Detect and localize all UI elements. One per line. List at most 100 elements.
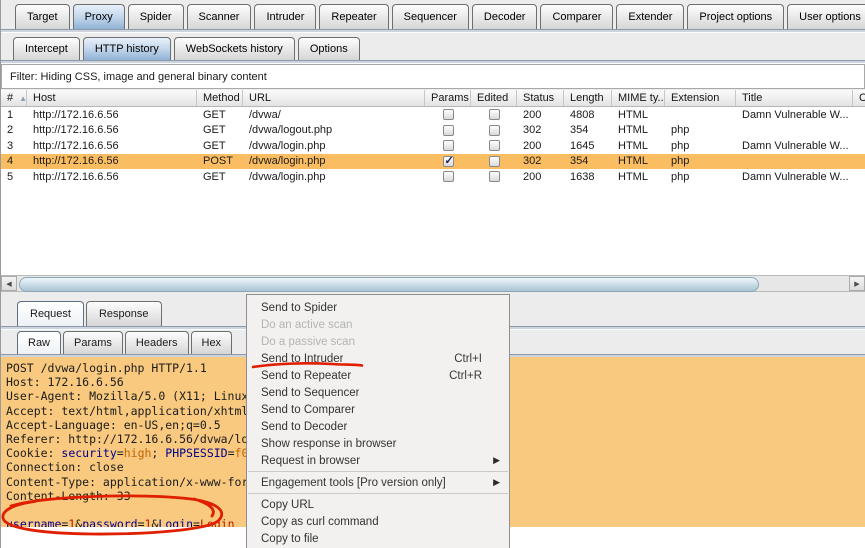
cell-mime: HTML [618,108,648,121]
edited-checkbox[interactable] [488,140,500,152]
subtab-intercept[interactable]: Intercept [13,37,80,60]
horizontal-scrollbar[interactable]: ◀ ▶ [1,275,865,292]
column-header-length[interactable]: Length [564,90,612,106]
menu-item-send-to-repeater[interactable]: Send to Repeater Ctrl+R [247,367,509,384]
tab-user-options[interactable]: User options [787,4,865,29]
http-history-table: # ▲ Host Method URL Params Edited Status Length M… [1,90,865,275]
table-row[interactable]: 1 http://172.16.6.56 GET/dvwa/200 4808 HTML D… [1,107,865,123]
menu-item-request-in-browser[interactable]: Request in browser ▶ [247,452,509,469]
tab-repeater[interactable]: Repeater [319,4,389,29]
cell-url: /dvwa/login.php [249,139,326,152]
tab-comparer[interactable]: Comparer [540,4,614,29]
tab-spider[interactable]: Spider [127,4,184,29]
cell-params [425,155,471,167]
tab-project-options[interactable]: Project options [687,4,785,29]
view-tab-headers[interactable]: Headers [124,331,189,354]
params-checkbox[interactable] [442,124,454,136]
table-row[interactable]: 2 http://172.16.6.56 GET/dvwa/logout.php 30… [1,122,865,138]
context-menu: Send to Spider Do an active scan Do a pass… [246,294,510,548]
subtab-websockets-history[interactable]: WebSockets history [173,37,295,60]
tab-intruder[interactable]: Intruder [254,4,317,29]
menu-item-send-to-comparer[interactable]: Send to Comparer [247,401,509,418]
tab-extender[interactable]: Extender [616,4,685,29]
scroll-left-button[interactable]: ◀ [1,276,17,291]
cell-num: 2 [7,124,14,137]
column-header-edited[interactable]: Edited [471,90,517,106]
cell-mime: HTML [618,124,648,137]
burp-suite-window: Target Proxy Spider Scanner Intruder Repeater… [0,0,865,548]
menu-item-send-to-decoder[interactable]: Send to Decoder [247,418,509,435]
scrollbar-track[interactable] [17,276,865,292]
cell-status: 302 [523,124,542,137]
menu-item-send-to-spider[interactable]: Send to Spider [247,299,509,316]
column-header-[interactable]: # ▲ [1,90,27,106]
menu-item-copy-to-file[interactable]: Copy to file [247,530,509,547]
edited-checkbox[interactable] [488,155,500,167]
menu-item-engagement-tools-pro-version-only[interactable]: Engagement tools [Pro version only] ▶ [247,474,509,491]
params-checkbox[interactable] [442,140,454,152]
column-header-status[interactable]: Status [517,90,564,106]
column-header-method[interactable]: Method [197,90,243,106]
cell-host: http://172.16.6.56 [33,170,119,183]
menu-item-show-response-in-browser[interactable]: Show response in browser [247,435,509,452]
cell-extension: php [671,155,690,168]
column-header-title[interactable]: Title [736,90,853,106]
tab-sequencer[interactable]: Sequencer [391,4,469,29]
params-checkbox[interactable] [442,109,454,121]
menu-item-copy-url[interactable]: Copy URL [247,496,509,513]
message-tab-request[interactable]: Request [17,301,84,326]
menu-item-copy-as-curl-command[interactable]: Copy as curl command [247,513,509,530]
message-tab-response[interactable]: Response [85,301,162,326]
cell-host: http://172.16.6.56 [33,139,119,152]
menu-item-label: Engagement tools [Pro version only] [261,476,446,489]
cell-mime: HTML [618,170,648,183]
table-row[interactable]: 3 http://172.16.6.56 GET/dvwa/login.php 200… [1,138,865,154]
column-header-extension[interactable]: Extension [665,90,736,106]
edited-checkbox[interactable] [488,109,500,121]
cell-num: 3 [7,139,14,152]
table-row[interactable]: 4 http://172.16.6.56 POST/dvwa/login.php 30… [1,153,865,169]
view-tab-hex[interactable]: Hex [190,331,233,354]
column-header-params[interactable]: Params [425,90,471,106]
subtab-options[interactable]: Options [297,37,360,60]
tab-scanner[interactable]: Scanner [186,4,252,29]
column-header-host[interactable]: Host [27,90,197,106]
menu-item-label: Send to Decoder [261,420,348,433]
subtab-http-history[interactable]: HTTP history [82,37,171,60]
cell-params [425,140,471,152]
cell-params [425,124,471,136]
cell-title: Damn Vulnerable W... [742,139,849,152]
edited-checkbox[interactable] [488,171,500,183]
tab-target[interactable]: Target [15,4,70,29]
menu-item-do-an-active-scan: Do an active scan [247,316,509,333]
column-header-url[interactable]: URL [243,90,425,106]
cell-edited [471,140,517,152]
submenu-arrow-icon: ▶ [493,477,500,487]
menu-item-send-to-sequencer[interactable]: Send to Sequencer [247,384,509,401]
tab-proxy[interactable]: Proxy [72,4,125,29]
cell-url: /dvwa/login.php [249,155,326,168]
table-row[interactable]: 5 http://172.16.6.56 GET/dvwa/login.php 200… [1,169,865,185]
view-tab-raw[interactable]: Raw [17,331,62,354]
view-tab-params[interactable]: Params [63,331,123,354]
cell-method: GET [203,124,226,137]
tab-decoder[interactable]: Decoder [471,4,538,29]
cell-url: /dvwa/logout.php [249,124,333,137]
edited-checkbox[interactable] [488,124,500,136]
main-tab-bar: Target Proxy Spider Scanner Intruder Repeater… [1,2,865,29]
cell-edited [471,109,517,121]
params-checkbox[interactable] [442,171,454,183]
menu-item-send-to-intruder[interactable]: Send to Intruder Ctrl+I [247,350,509,367]
column-header-mime-ty[interactable]: MIME ty... [612,90,665,106]
menu-item-label: Send to Spider [261,301,338,314]
scroll-right-button[interactable]: ▶ [849,276,865,291]
column-header-comment[interactable]: Comment [853,90,865,106]
filter-bar[interactable]: Filter: Hiding CSS, image and general bi… [1,64,865,89]
scrollbar-thumb[interactable] [19,277,759,292]
params-checkbox[interactable] [442,155,454,167]
cell-edited [471,155,517,167]
sort-ascending-icon: ▲ [19,94,27,103]
cell-url: /dvwa/ [249,108,281,121]
cell-title: Damn Vulnerable W... [742,108,849,121]
cell-num: 1 [7,108,14,121]
